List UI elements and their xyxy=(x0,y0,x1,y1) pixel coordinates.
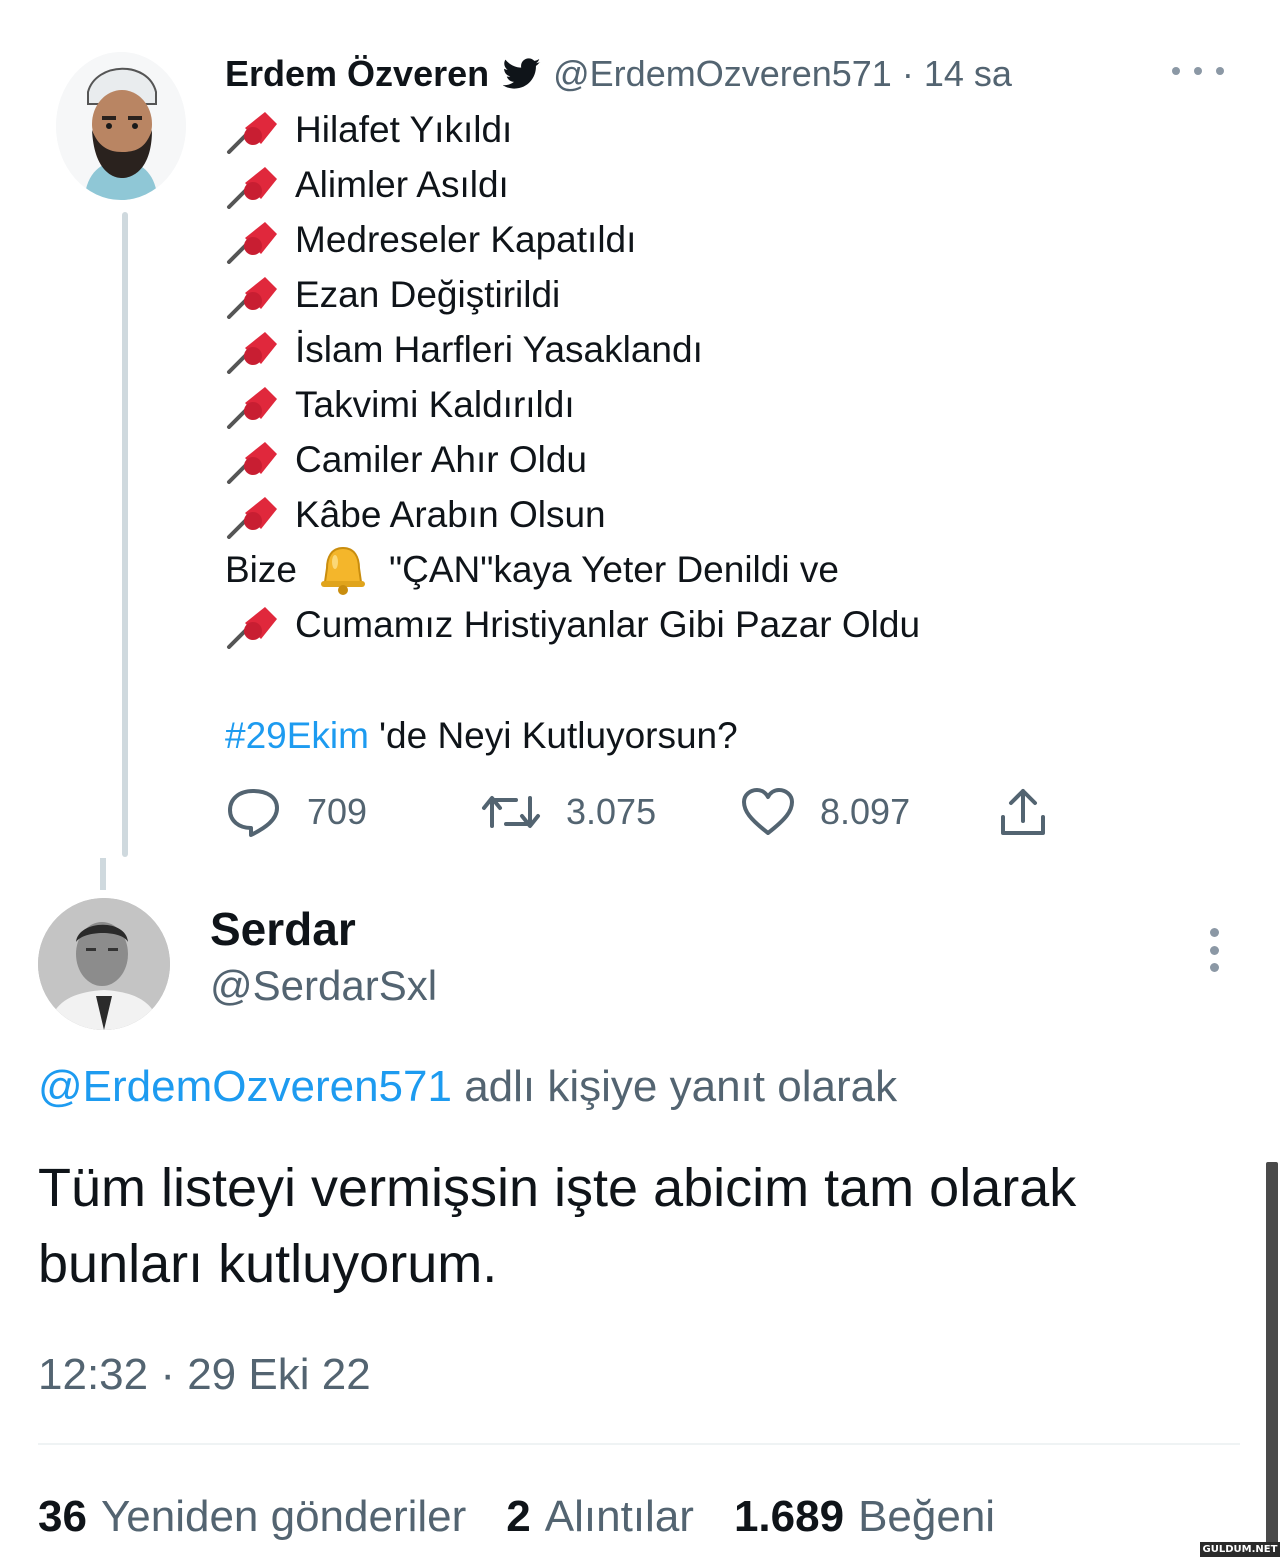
like-count: 8.097 xyxy=(820,791,911,832)
line-text: Kâbe Arabın Olsun xyxy=(295,493,606,535)
retweets-count[interactable]: 36 xyxy=(38,1492,87,1542)
line-text: İslam Harfleri Yasaklandı xyxy=(295,328,703,370)
reply-text: Tüm listeyi vermişsin işte abicim tam ol… xyxy=(38,1158,1077,1294)
retweet-button[interactable]: 3.075 xyxy=(480,780,656,844)
pushpin-icon xyxy=(225,381,285,429)
pushpin-icon xyxy=(225,326,285,374)
erdem-avatar[interactable] xyxy=(56,52,186,200)
tweet-line: Ezan Değiştirildi xyxy=(225,267,1225,322)
reply-author-handle[interactable]: @SerdarSxl xyxy=(210,962,437,1010)
tweet-line-bell: Bize "ÇAN"kaya Yeter Denildi ve xyxy=(225,542,1225,597)
tweet-line: İslam Harfleri Yasaklandı xyxy=(225,322,1225,377)
pushpin-icon xyxy=(225,106,285,154)
reply-timestamp[interactable]: 12:32 · 29 Eki 22 xyxy=(38,1350,371,1400)
replying-suffix: adlı kişiye yanıt olarak xyxy=(464,1062,898,1111)
pushpin-icon xyxy=(225,491,285,539)
line-text: Takvimi Kaldırıldı xyxy=(295,383,575,425)
tweet-line: Alimler Asıldı xyxy=(225,157,1225,212)
quotes-label[interactable]: Alıntılar xyxy=(545,1492,694,1542)
like-icon xyxy=(742,788,794,835)
tweet-body: Hilafet Yıkıldı Alimler Asıldı Medresele… xyxy=(225,102,1225,652)
thread-connector-stub xyxy=(100,858,106,890)
reply-stats: 36 Yeniden gönderiler 2 Alıntılar 1.689 … xyxy=(38,1492,1035,1542)
question-text: 'de Neyi Kutluyorsun? xyxy=(378,714,738,756)
author-name[interactable]: Erdem Özveren xyxy=(225,53,489,95)
more-icon[interactable] xyxy=(1172,58,1224,84)
watermark: GULDUM.NET xyxy=(1200,1542,1280,1557)
avatar-photo xyxy=(38,898,170,1030)
thread-connector xyxy=(122,212,128,857)
tweet-line: Cumamız Hristiyanlar Gibi Pazar Oldu xyxy=(225,597,1225,652)
more-icon[interactable] xyxy=(1206,928,1222,972)
line-text: Ezan Değiştirildi xyxy=(295,273,561,315)
line-text: Hilafet Yıkıldı xyxy=(295,108,513,150)
quotes-count[interactable]: 2 xyxy=(506,1492,530,1542)
reply-icon xyxy=(228,789,279,837)
retweet-icon xyxy=(482,796,540,828)
twitter-bird-icon xyxy=(503,58,541,90)
divider xyxy=(38,1443,1240,1445)
tweet-line: Hilafet Yıkıldı xyxy=(225,102,1225,157)
replying-mention-link[interactable]: @ErdemOzveren571 xyxy=(38,1062,452,1111)
replying-to: @ErdemOzveren571 adlı kişiye yanıt olara… xyxy=(38,1062,897,1112)
tweet-actions: 709 3.075 8.097 xyxy=(225,780,1065,844)
retweet-count: 3.075 xyxy=(566,791,657,832)
tweet-line: Takvimi Kaldırıldı xyxy=(225,377,1225,432)
pushpin-icon xyxy=(225,436,285,484)
reply-count: 709 xyxy=(307,791,368,832)
hashtag-link[interactable]: #29Ekim xyxy=(225,715,369,757)
tweet-question: #29Ekim 'de Neyi Kutluyorsun? xyxy=(225,708,738,763)
pushpin-icon xyxy=(225,216,285,264)
parent-tweet-header: Erdem Özveren @ErdemOzveren571 · 14 sa xyxy=(225,50,1012,98)
likes-count[interactable]: 1.689 xyxy=(734,1492,844,1542)
line-text-after-bell: "ÇAN"kaya Yeter Denildi ve xyxy=(388,548,839,590)
share-icon xyxy=(1001,789,1045,835)
bell-icon xyxy=(311,544,375,596)
retweets-label[interactable]: Yeniden gönderiler xyxy=(101,1492,466,1542)
line-text: Alimler Asıldı xyxy=(295,163,509,205)
avatar-illustration xyxy=(56,52,186,200)
reply-button[interactable]: 709 xyxy=(225,780,367,844)
pushpin-icon xyxy=(225,601,285,649)
pushpin-icon xyxy=(225,271,285,319)
pushpin-icon xyxy=(225,161,285,209)
share-button[interactable] xyxy=(997,780,1073,844)
line-text-before-bell: Bize xyxy=(225,548,297,590)
tweet-line: Kâbe Arabın Olsun xyxy=(225,487,1225,542)
serdar-avatar[interactable] xyxy=(38,898,170,1030)
line-text: Medreseler Kapatıldı xyxy=(295,218,637,260)
line-text: Camiler Ahır Oldu xyxy=(295,438,587,480)
scrollbar[interactable] xyxy=(1266,1162,1278,1557)
likes-label[interactable]: Beğeni xyxy=(858,1492,995,1542)
reply-author-name[interactable]: Serdar xyxy=(210,902,356,956)
line-text: Cumamız Hristiyanlar Gibi Pazar Oldu xyxy=(295,603,921,645)
like-button[interactable]: 8.097 xyxy=(740,780,910,844)
tweet-line: Camiler Ahır Oldu xyxy=(225,432,1225,487)
tweet-line: Medreseler Kapatıldı xyxy=(225,212,1225,267)
author-handle-time[interactable]: @ErdemOzveren571 · 14 sa xyxy=(553,53,1012,95)
